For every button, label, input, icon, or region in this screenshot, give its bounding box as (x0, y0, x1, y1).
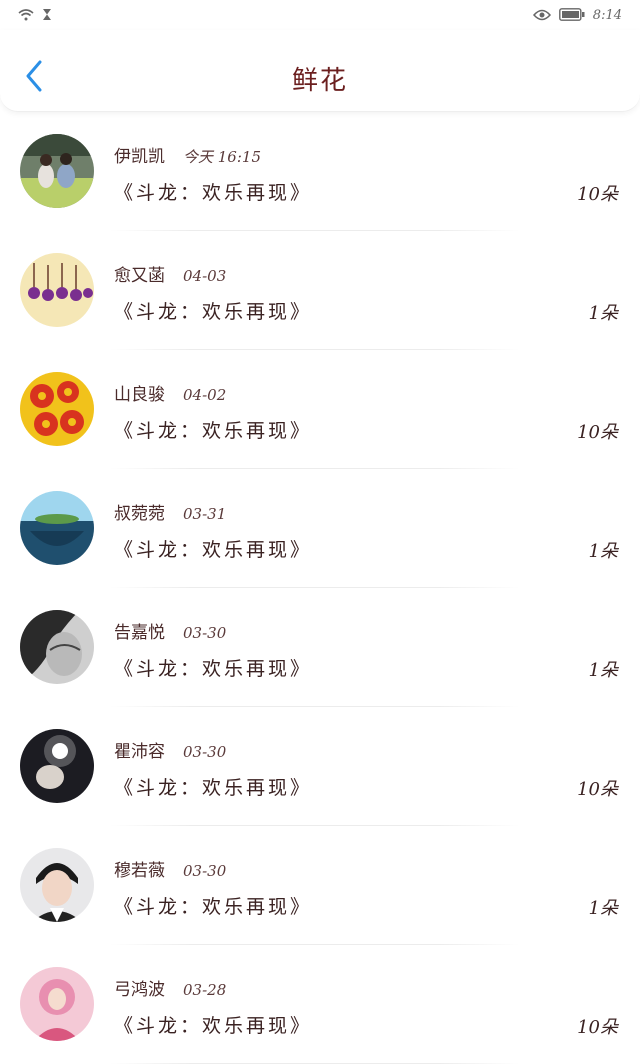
flower-count: 1朵 (588, 541, 618, 562)
status-right: 8:14 (532, 6, 622, 25)
list-item[interactable]: 叔菀菀 03-31 《斗龙：欢乐再现》 1朵 (0, 469, 640, 588)
list-item[interactable]: 弓鸿波 03-28 《斗龙：欢乐再现》 10朵 (0, 945, 640, 1064)
row-meta: 伊凯凯 今天 16:15 (114, 142, 261, 167)
row-meta: 穆若薇 03-30 (114, 856, 226, 881)
avatar[interactable] (20, 372, 94, 446)
send-date: 03-31 (183, 505, 227, 523)
sender-name: 伊凯凯 (114, 147, 165, 167)
list-item[interactable]: 穆若薇 03-30 《斗龙：欢乐再现》 1朵 (0, 826, 640, 945)
send-date: 04-02 (183, 386, 227, 404)
send-date: 03-30 (183, 862, 227, 880)
flower-count: 1朵 (588, 898, 618, 919)
work-title: 《斗龙：欢乐再现》 (114, 182, 313, 204)
send-date: 03-30 (183, 624, 227, 642)
clock-time: 8:14 (592, 7, 622, 23)
send-date: 03-28 (183, 981, 227, 999)
sender-name: 叔菀菀 (114, 504, 165, 524)
avatar[interactable] (20, 848, 94, 922)
work-title: 《斗龙：欢乐再现》 (114, 1015, 313, 1037)
flower-count: 10朵 (577, 779, 618, 800)
send-date: 04-03 (183, 267, 227, 285)
flower-gift-list: 伊凯凯 今天 16:15 《斗龙：欢乐再现》 10朵 愈又菡 04-03 《斗龙… (0, 112, 640, 1064)
list-item[interactable]: 伊凯凯 今天 16:15 《斗龙：欢乐再现》 10朵 (0, 112, 640, 231)
avatar[interactable] (20, 491, 94, 565)
page-title: 鲜花 (291, 66, 348, 96)
sender-name: 弓鸿波 (114, 980, 165, 1000)
sender-name: 穆若薇 (114, 861, 165, 881)
row-meta: 弓鸿波 03-28 (114, 975, 226, 1000)
avatar[interactable] (20, 967, 94, 1041)
send-date: 03-30 (183, 743, 227, 761)
work-title: 《斗龙：欢乐再现》 (114, 539, 313, 561)
avatar[interactable] (20, 253, 94, 327)
sender-name: 愈又菡 (114, 266, 165, 286)
avatar[interactable] (20, 610, 94, 684)
list-item[interactable]: 山良骏 04-02 《斗龙：欢乐再现》 10朵 (0, 350, 640, 469)
sender-name: 山良骏 (114, 385, 165, 405)
avatar[interactable] (20, 729, 94, 803)
status-left (18, 6, 52, 25)
list-item[interactable]: 愈又菡 04-03 《斗龙：欢乐再现》 1朵 (0, 231, 640, 350)
sender-name: 瞿沛容 (114, 742, 165, 762)
work-title: 《斗龙：欢乐再现》 (114, 658, 313, 680)
hourglass-icon (42, 6, 52, 25)
battery-icon (558, 6, 585, 25)
row-meta: 山良骏 04-02 (114, 380, 226, 405)
flower-count: 10朵 (577, 422, 618, 443)
work-title: 《斗龙：欢乐再现》 (114, 777, 313, 799)
sender-name: 告嘉悦 (114, 623, 165, 643)
work-title: 《斗龙：欢乐再现》 (114, 420, 313, 442)
wifi-icon (18, 6, 34, 25)
send-date: 今天 16:15 (183, 148, 261, 166)
row-meta: 告嘉悦 03-30 (114, 618, 226, 643)
eye-icon (532, 6, 551, 25)
row-meta: 瞿沛容 03-30 (114, 737, 226, 762)
avatar[interactable] (20, 134, 94, 208)
row-meta: 愈又菡 04-03 (114, 261, 226, 286)
flower-count: 1朵 (588, 660, 618, 681)
flower-count: 10朵 (577, 1017, 618, 1038)
flower-count: 1朵 (588, 303, 618, 324)
status-bar: 8:14 (0, 0, 640, 30)
flower-count: 10朵 (577, 184, 618, 205)
list-item[interactable]: 瞿沛容 03-30 《斗龙：欢乐再现》 10朵 (0, 707, 640, 826)
list-item[interactable]: 告嘉悦 03-30 《斗龙：欢乐再现》 1朵 (0, 588, 640, 707)
header-bar: 鲜花 (0, 30, 640, 112)
work-title: 《斗龙：欢乐再现》 (114, 301, 313, 323)
row-meta: 叔菀菀 03-31 (114, 499, 226, 524)
work-title: 《斗龙：欢乐再现》 (114, 896, 313, 918)
